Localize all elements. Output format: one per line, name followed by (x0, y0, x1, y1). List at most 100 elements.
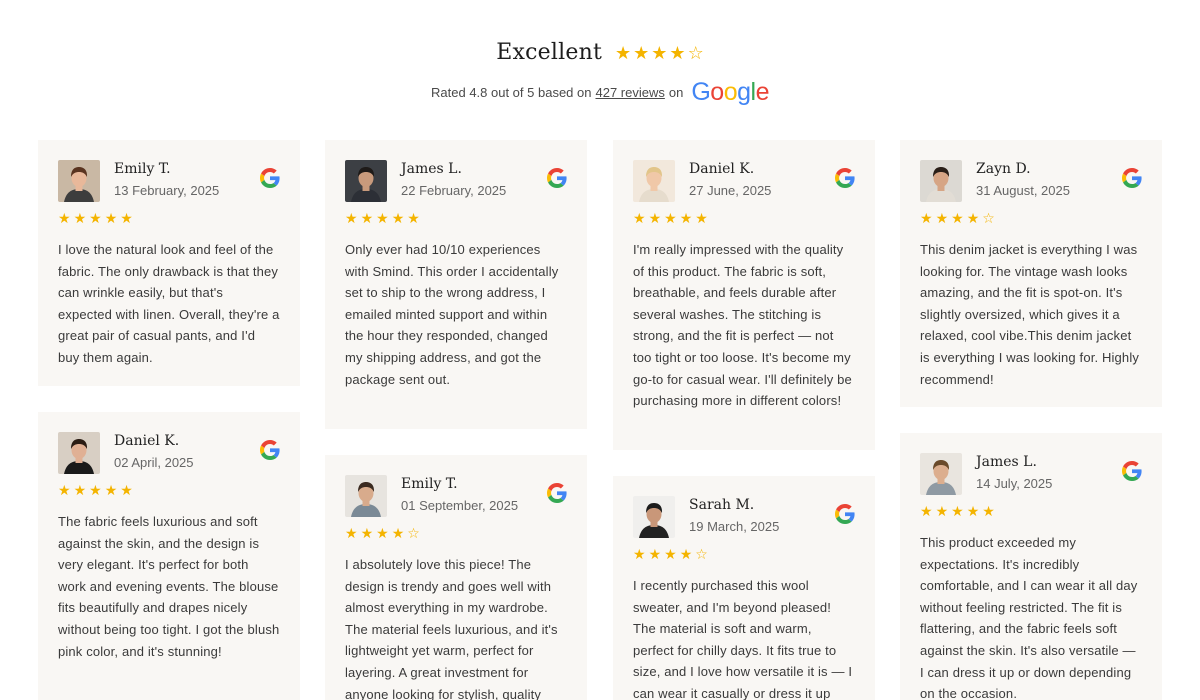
star-filled-icon: ★ (966, 503, 980, 519)
google-icon (835, 168, 855, 188)
star-filled-icon: ★ (120, 482, 133, 498)
review-date: 22 February, 2025 (401, 183, 507, 198)
google-logo: Google (691, 78, 769, 106)
star-empty-icon: ☆ (982, 210, 995, 226)
review-stars: ★ ★ ★ ★ ☆ (633, 547, 855, 563)
review-meta: Emily T. 13 February, 2025 (114, 160, 219, 199)
star-filled-icon: ★ (633, 42, 650, 63)
star-filled-icon: ★ (679, 210, 693, 226)
review-stars: ★ ★ ★ ★ ★ (58, 211, 280, 227)
reviewer-name: James L. (401, 161, 462, 177)
review-header: Emily T. 01 September, 2025 (345, 475, 567, 517)
star-filled-icon: ★ (345, 525, 358, 541)
review-card: Daniel K. 27 June, 2025 ★ ★ ★ ★ ★ I'm really im… (613, 140, 875, 450)
star-filled-icon: ★ (920, 210, 933, 226)
google-icon (547, 483, 567, 503)
reviews-count-link[interactable]: 427 reviews (595, 85, 664, 100)
star-filled-icon: ★ (982, 503, 995, 519)
google-icon (547, 168, 567, 188)
review-header: James L. 14 July, 2025 (920, 453, 1142, 495)
star-filled-icon: ★ (633, 546, 646, 562)
review-stars: ★ ★ ★ ★ ★ (920, 504, 1142, 520)
review-text: I absolutely love this piece! The design… (345, 557, 558, 700)
avatar (58, 432, 100, 474)
star-empty-icon: ☆ (407, 525, 420, 541)
star-filled-icon: ★ (345, 210, 358, 226)
google-icon (835, 504, 855, 524)
star-filled-icon: ★ (73, 210, 87, 226)
review-header: Daniel K. 27 June, 2025 (633, 160, 855, 202)
star-filled-icon: ★ (58, 210, 71, 226)
review-text: I recently purchased this wool sweater, … (633, 578, 853, 700)
review-meta: James L. 22 February, 2025 (401, 160, 506, 199)
review-date: 27 June, 2025 (689, 183, 772, 198)
star-filled-icon: ★ (935, 503, 949, 519)
star-filled-icon: ★ (695, 210, 708, 226)
star-filled-icon: ★ (391, 525, 405, 541)
star-filled-icon: ★ (360, 525, 374, 541)
avatar (633, 160, 675, 202)
star-filled-icon: ★ (376, 525, 389, 541)
review-text: This product exceeded my expectations. I… (920, 535, 1138, 700)
star-filled-icon: ★ (648, 210, 662, 226)
review-text: This denim jacket is everything I was lo… (920, 242, 1140, 387)
star-filled-icon: ★ (58, 482, 71, 498)
star-filled-icon: ★ (633, 210, 646, 226)
star-filled-icon: ★ (120, 210, 133, 226)
rating-stars: ★ ★ ★ ★ ☆ (615, 44, 704, 62)
review-stars: ★ ★ ★ ★ ☆ (345, 526, 567, 542)
review-header: James L. 22 February, 2025 (345, 160, 567, 202)
review-text: Only ever had 10/10 experiences with Smi… (345, 242, 559, 387)
star-filled-icon: ★ (651, 42, 668, 63)
star-filled-icon: ★ (951, 210, 964, 226)
google-icon (1122, 168, 1142, 188)
rating-text-post: on (668, 85, 684, 100)
review-meta: Sarah M. 19 March, 2025 (689, 496, 779, 535)
star-filled-icon: ★ (648, 546, 662, 562)
review-meta: Emily T. 01 September, 2025 (401, 475, 518, 514)
star-filled-icon: ★ (104, 210, 118, 226)
review-date: 01 September, 2025 (401, 498, 519, 513)
review-card: James L. 14 July, 2025 ★ ★ ★ ★ ★ This product e… (900, 433, 1162, 700)
star-filled-icon: ★ (664, 546, 677, 562)
reviewer-name: Daniel K. (689, 161, 755, 177)
star-filled-icon: ★ (407, 210, 420, 226)
star-filled-icon: ★ (920, 503, 933, 519)
star-filled-icon: ★ (951, 503, 964, 519)
review-card: Zayn D. 31 August, 2025 ★ ★ ★ ★ ☆ This denim ja… (900, 140, 1162, 407)
review-card: Sarah M. 19 March, 2025 ★ ★ ★ ★ ☆ I recently pu… (613, 476, 875, 700)
rating-title: Excellent (496, 40, 602, 65)
avatar (920, 160, 962, 202)
review-stars: ★ ★ ★ ★ ★ (633, 211, 855, 227)
avatar (345, 160, 387, 202)
review-text: I love the natural look and feel of the … (58, 242, 280, 365)
star-filled-icon: ★ (615, 42, 632, 63)
star-filled-icon: ★ (360, 210, 374, 226)
review-stars: ★ ★ ★ ★ ☆ (920, 211, 1142, 227)
review-date: 02 April, 2025 (114, 455, 194, 470)
star-filled-icon: ★ (89, 482, 102, 498)
review-text: The fabric feels luxurious and soft agai… (58, 514, 280, 659)
review-card: Daniel K. 02 April, 2025 ★ ★ ★ ★ ★ The fabric f… (38, 412, 300, 700)
review-card: Emily T. 01 September, 2025 ★ ★ ★ ★ ☆ I absolut… (325, 455, 587, 700)
review-date: 19 March, 2025 (689, 519, 780, 534)
reviewer-name: Emily T. (401, 476, 458, 492)
review-meta: Zayn D. 31 August, 2025 (976, 160, 1070, 199)
review-card: James L. 22 February, 2025 ★ ★ ★ ★ ★ Only ever … (325, 140, 587, 429)
star-filled-icon: ★ (376, 210, 389, 226)
star-empty-icon: ☆ (695, 546, 708, 562)
review-card: Emily T. 13 February, 2025 ★ ★ ★ ★ ★ I love the… (38, 140, 300, 386)
reviewer-name: James L. (976, 454, 1037, 470)
rating-text-pre: Rated 4.8 out of 5 based on (431, 85, 592, 100)
reviewer-name: Sarah M. (689, 497, 755, 513)
google-icon (260, 440, 280, 460)
star-filled-icon: ★ (935, 210, 949, 226)
reviewer-name: Emily T. (114, 161, 171, 177)
star-filled-icon: ★ (664, 210, 677, 226)
review-stars: ★ ★ ★ ★ ★ (58, 483, 280, 499)
rating-summary-top: Excellent ★ ★ ★ ★ ☆ (0, 40, 1200, 65)
reviewer-name: Daniel K. (114, 433, 180, 449)
review-date: 14 July, 2025 (976, 476, 1053, 491)
star-filled-icon: ★ (104, 482, 118, 498)
review-meta: Daniel K. 27 June, 2025 (689, 160, 771, 199)
